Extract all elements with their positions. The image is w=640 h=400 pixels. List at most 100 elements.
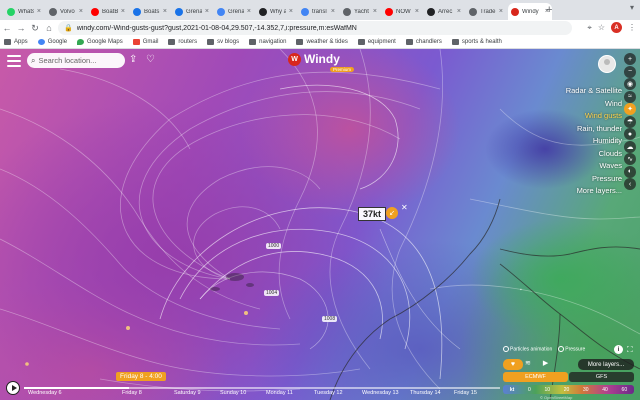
browser-tab[interactable]: Why a ×	[256, 3, 296, 20]
close-tab-icon[interactable]: ×	[373, 8, 377, 15]
windy-map[interactable]: ▪ ⌕ ⇪ ♡ W Windy Premium Radar & Satellit…	[0, 49, 640, 400]
model-option[interactable]: ECMWF	[503, 372, 568, 382]
close-tab-icon[interactable]: ×	[37, 8, 41, 15]
bookmark-item[interactable]: equipment	[357, 39, 396, 45]
timeline-current-time[interactable]: Friday 8 - 4:00	[116, 372, 166, 381]
radar-icon[interactable]: ◉	[624, 78, 636, 90]
bookmark-item[interactable]: navigation	[249, 39, 286, 45]
apps-bookmark[interactable]: Apps	[4, 39, 28, 45]
timeline-day-label[interactable]: Wednesday 13	[362, 390, 399, 396]
timeline-day-label[interactable]: Tuesday 12	[314, 390, 343, 396]
bookmark-item[interactable]: chandlers	[405, 39, 442, 45]
layer-item[interactable]: More layers...	[566, 185, 622, 198]
browser-tab[interactable]: Boats ×	[130, 3, 170, 20]
browser-tab[interactable]: BoatB ×	[88, 3, 128, 20]
profile-avatar[interactable]: A	[611, 22, 622, 33]
browser-tab[interactable]: Volvo ×	[46, 3, 86, 20]
location-icon[interactable]: ⌖	[587, 23, 592, 33]
browser-tab[interactable]: Grena ×	[172, 3, 212, 20]
location-search-box[interactable]: ⌕	[27, 53, 125, 68]
layer-item[interactable]: Pressure	[566, 173, 622, 186]
gust-icon[interactable]: ✦	[624, 103, 636, 115]
browser-tab[interactable]: Whats ×	[4, 3, 44, 20]
browser-tab[interactable]: Arrec ×	[424, 3, 464, 20]
timeline-day-label[interactable]: Monday 11	[266, 390, 293, 396]
layer-item[interactable]: Wind	[566, 98, 622, 111]
favorites-button[interactable]: ♥	[503, 359, 523, 370]
hamburger-menu-button[interactable]	[7, 55, 21, 67]
webcam-icon[interactable]: ▶	[543, 359, 548, 367]
pressure-toggle[interactable]: Pressure	[558, 346, 585, 352]
browser-menu-icon[interactable]: ⋮	[628, 23, 636, 32]
heart-icon[interactable]: ♡	[146, 54, 155, 65]
window-controls[interactable]: ▾	[630, 3, 634, 12]
bookmark-item[interactable]: Google	[37, 39, 67, 45]
back-button[interactable]: ←	[0, 23, 14, 33]
layer-item[interactable]: Waves	[566, 160, 622, 173]
bookmark-item[interactable]: routers	[168, 39, 197, 45]
info-icon[interactable]: i	[614, 345, 623, 354]
close-tab-icon[interactable]: ×	[289, 8, 293, 15]
close-tab-icon[interactable]: ×	[247, 8, 251, 15]
browser-tab[interactable]: Trade ×	[466, 3, 506, 20]
timeline-day-label[interactable]: Thursday 14	[410, 390, 441, 396]
waves-icon[interactable]: ∿	[624, 153, 636, 165]
close-tab-icon[interactable]: ×	[79, 8, 83, 15]
layer-label: Pressure	[591, 173, 622, 183]
browser-tab[interactable]: Yacht ×	[340, 3, 380, 20]
chevron-left-icon[interactable]: ‹	[624, 178, 636, 190]
rain-icon[interactable]: ☂	[624, 115, 636, 128]
play-button[interactable]	[6, 381, 20, 395]
forward-button[interactable]: →	[14, 23, 28, 33]
layer-item[interactable]: Wind gusts	[566, 110, 622, 123]
new-tab-button[interactable]: +	[546, 4, 552, 16]
particles-toggle[interactable]: Particles animation	[503, 346, 552, 352]
layer-item[interactable]: Clouds	[566, 148, 622, 161]
browser-tab[interactable]: NOW ×	[382, 3, 422, 20]
user-avatar[interactable]	[598, 55, 616, 73]
browser-tab[interactable]: Grena ×	[214, 3, 254, 20]
close-tab-icon[interactable]: ×	[121, 8, 125, 15]
model-option[interactable]: GFS	[569, 372, 634, 382]
pressure-icon[interactable]: ◐	[624, 165, 636, 178]
zoom-out-button[interactable]: −	[624, 65, 636, 78]
timeline-day-label[interactable]: Friday 8	[122, 390, 142, 396]
wind-mode-icon[interactable]: ≋	[525, 359, 531, 367]
share-icon[interactable]: ⇪	[129, 54, 137, 65]
timeline-day-label[interactable]: Wednesday 6	[28, 390, 62, 396]
timeline-day-label[interactable]: Sunday 10	[220, 390, 246, 396]
expand-icon[interactable]: ⛶	[627, 345, 633, 355]
address-bar[interactable]: 🔒 windy.com/-Wind-gusts-gust?gust,2021-0…	[58, 21, 572, 35]
close-tab-icon[interactable]: ×	[415, 8, 419, 15]
search-input[interactable]	[38, 56, 119, 65]
timeline-track[interactable]	[24, 387, 500, 389]
layer-item[interactable]: Humidity	[566, 135, 622, 148]
bookmark-item[interactable]: Google Maps	[77, 39, 123, 45]
timeline-day-label[interactable]: Saturday 9	[174, 390, 201, 396]
close-tab-icon[interactable]: ×	[457, 8, 461, 15]
humidity-icon[interactable]: ●	[624, 128, 636, 140]
zoom-in-button[interactable]: +	[624, 53, 636, 65]
wind-readout[interactable]: 37kt	[358, 207, 387, 221]
bookmark-icon	[37, 39, 45, 45]
layer-item[interactable]: Rain, thunder	[566, 123, 622, 136]
bookmark-star-icon[interactable]: ☆	[598, 23, 605, 32]
close-tab-icon[interactable]: ×	[163, 8, 167, 15]
bookmark-item[interactable]: weather & tides	[296, 39, 348, 45]
browser-tab[interactable]: transl ×	[298, 3, 338, 20]
timeline-day-label[interactable]: Friday 15	[454, 390, 477, 396]
bookmark-item[interactable]: sports & health	[451, 39, 502, 45]
reload-button[interactable]: ↻	[28, 23, 42, 34]
bookmark-item[interactable]: sv blogs	[207, 39, 239, 45]
scale-unit[interactable]: kt	[510, 387, 514, 393]
layer-item[interactable]: Radar & Satellite	[566, 85, 622, 98]
close-tab-icon[interactable]: ×	[499, 8, 503, 15]
close-tab-icon[interactable]: ×	[205, 8, 209, 15]
home-button[interactable]: ⌂	[42, 23, 56, 33]
close-tab-icon[interactable]: ×	[331, 8, 335, 15]
more-layers-button[interactable]: More layers...	[578, 359, 634, 370]
bookmark-item[interactable]: Gmail	[132, 39, 158, 45]
close-icon[interactable]: ✕	[401, 203, 408, 212]
wind-icon[interactable]: ≈	[624, 90, 636, 103]
cloud-icon[interactable]: ☁	[624, 140, 636, 153]
